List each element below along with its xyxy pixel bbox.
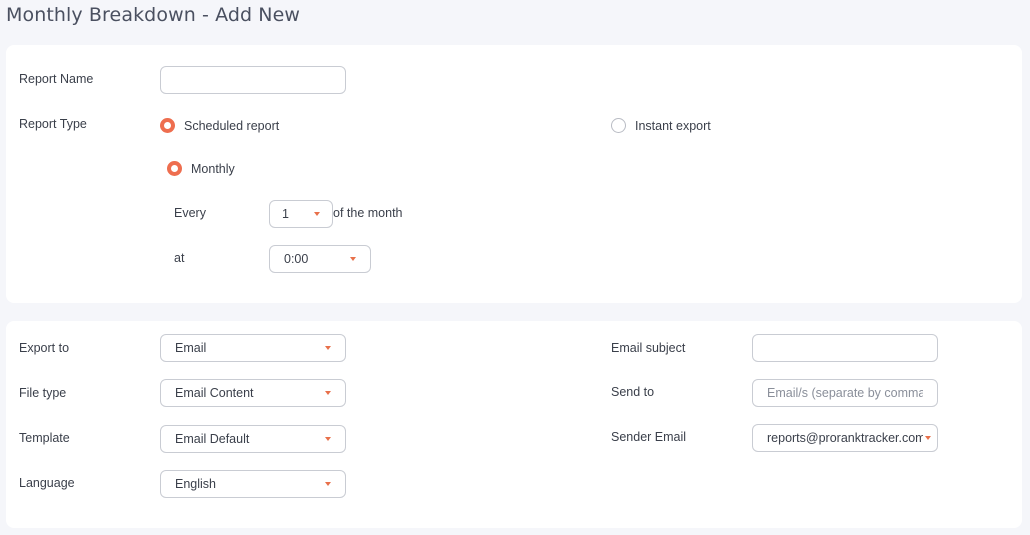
report-type-label: Report Type [19, 117, 87, 131]
send-to-input[interactable] [752, 379, 938, 407]
email-subject-input[interactable] [752, 334, 938, 362]
of-the-month-label: of the month [333, 206, 403, 220]
time-value: 0:00 [284, 252, 309, 266]
every-label: Every [174, 206, 206, 220]
monthly-radio[interactable]: Monthly [167, 161, 235, 176]
report-settings-card: Report Name Report Type Scheduled report… [6, 45, 1022, 303]
file-type-select[interactable]: Email Content [160, 379, 346, 407]
export-to-label: Export to [19, 341, 70, 355]
page-title: Monthly Breakdown - Add New [6, 4, 301, 26]
scheduled-report-label: Scheduled report [184, 118, 280, 133]
day-of-month-value: 1 [282, 207, 289, 221]
sender-email-select[interactable]: reports@proranktracker.com [752, 424, 938, 452]
chevron-down-icon [325, 391, 331, 395]
chevron-down-icon [350, 257, 356, 261]
radio-selected-icon [160, 118, 175, 133]
report-name-label: Report Name [19, 72, 94, 86]
export-settings-card: Export to Email File type Email Content … [6, 321, 1022, 528]
radio-selected-icon [167, 161, 182, 176]
language-label: Language [19, 476, 75, 490]
sender-email-label: Sender Email [611, 430, 687, 444]
language-select[interactable]: English [160, 470, 346, 498]
template-value: Email Default [175, 432, 250, 446]
instant-export-radio[interactable]: Instant export [611, 118, 711, 133]
language-value: English [175, 477, 216, 491]
chevron-down-icon [325, 346, 331, 350]
chevron-down-icon [325, 482, 331, 486]
at-label: at [174, 251, 185, 265]
chevron-down-icon [325, 437, 331, 441]
time-select[interactable]: 0:00 [269, 245, 371, 273]
chevron-down-icon [314, 212, 320, 216]
file-type-label: File type [19, 386, 67, 400]
report-name-input[interactable] [160, 66, 346, 94]
file-type-value: Email Content [175, 386, 254, 400]
radio-unselected-icon [611, 118, 626, 133]
scheduled-report-radio[interactable]: Scheduled report [160, 118, 279, 133]
send-to-label: Send to [611, 385, 655, 399]
day-of-month-select[interactable]: 1 [269, 200, 333, 228]
chevron-down-icon [925, 436, 931, 440]
monthly-label: Monthly [191, 161, 235, 176]
email-subject-label: Email subject [611, 341, 686, 355]
instant-export-label: Instant export [635, 118, 711, 133]
template-label: Template [19, 431, 70, 445]
export-to-value: Email [175, 341, 207, 355]
sender-email-value: reports@proranktracker.com [767, 431, 923, 445]
export-to-select[interactable]: Email [160, 334, 346, 362]
template-select[interactable]: Email Default [160, 425, 346, 453]
